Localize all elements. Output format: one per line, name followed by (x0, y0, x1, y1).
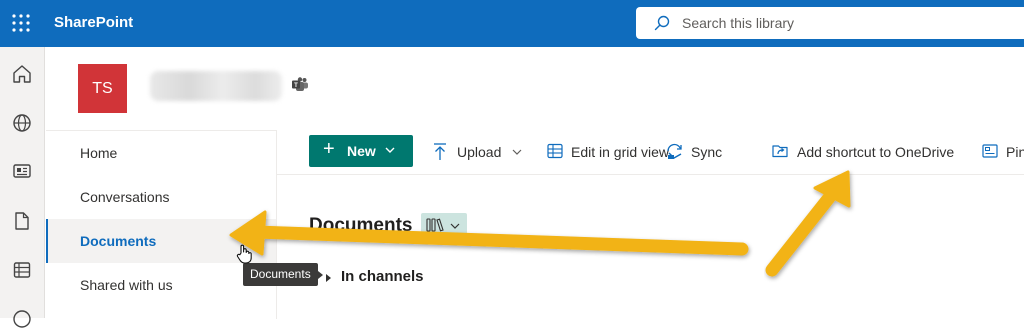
nav-item-label: Documents (80, 233, 157, 249)
chevron-down-icon (385, 147, 395, 153)
pin-button[interactable]: Pin (982, 143, 1024, 161)
command-bar: + New Upload Edit in grid view Sync Add … (276, 130, 1024, 175)
hand-cursor-icon (236, 244, 252, 264)
sync-icon (667, 143, 682, 159)
arrow-to-documents-nav (229, 210, 749, 256)
new-button-label: New (347, 143, 376, 159)
site-logo-initials: TS (92, 79, 113, 97)
chevron-down-icon (512, 149, 522, 155)
home-icon[interactable] (11, 63, 33, 85)
library-icon (426, 218, 444, 232)
lists-icon[interactable] (11, 259, 33, 281)
grid-icon (547, 143, 563, 159)
chevron-right-icon[interactable] (325, 273, 333, 283)
pin-label: Pin (1006, 144, 1024, 160)
arrow-to-add-shortcut (765, 170, 851, 277)
svg-text:T: T (294, 83, 298, 89)
sync-label: Sync (691, 144, 723, 160)
nav-tooltip: Documents (243, 263, 323, 286)
nav-item-shared-with-us[interactable]: Shared with us (46, 263, 276, 307)
file-icon[interactable] (11, 210, 33, 232)
search-box[interactable] (636, 7, 1024, 39)
shortcut-icon (772, 145, 788, 158)
sync-button[interactable]: Sync (666, 143, 746, 161)
nav-item-label: Conversations (80, 189, 170, 205)
app-launcher-icon[interactable] (11, 13, 31, 33)
site-navigation: Home Conversations Documents Shared with… (46, 130, 277, 319)
site-logo[interactable]: TS (78, 64, 127, 113)
upload-button[interactable]: Upload (433, 143, 525, 161)
library-title: Documents (309, 215, 413, 236)
news-icon[interactable] (11, 160, 33, 182)
edit-in-grid-view-label: Edit in grid view (571, 144, 670, 160)
plus-icon: + (323, 138, 335, 160)
nav-item-conversations[interactable]: Conversations (46, 175, 276, 219)
nav-item-home[interactable]: Home (46, 131, 276, 175)
nav-item-label: Home (80, 145, 118, 161)
site-name-blurred (150, 71, 282, 101)
suite-bar: SharePoint (0, 0, 1024, 47)
more-apps-icon[interactable] (11, 308, 33, 330)
edit-in-grid-view-button[interactable]: Edit in grid view (547, 143, 677, 161)
teams-icon[interactable]: T (291, 77, 309, 93)
add-shortcut-to-onedrive-button[interactable]: Add shortcut to OneDrive (772, 143, 967, 161)
chevron-down-icon (450, 223, 460, 229)
search-input[interactable] (682, 7, 1012, 39)
nav-item-label: Shared with us (80, 277, 173, 293)
add-shortcut-label: Add shortcut to OneDrive (797, 144, 955, 160)
app-bar (0, 47, 45, 328)
in-channels-folder[interactable]: In channels (341, 268, 424, 285)
upload-icon (434, 143, 446, 160)
search-icon (654, 15, 670, 31)
new-button[interactable]: + New (309, 135, 413, 167)
globe-icon[interactable] (11, 112, 33, 134)
pin-icon (982, 144, 998, 158)
view-switcher-button[interactable] (421, 213, 467, 237)
app-name[interactable]: SharePoint (54, 14, 133, 31)
upload-label: Upload (457, 144, 502, 160)
